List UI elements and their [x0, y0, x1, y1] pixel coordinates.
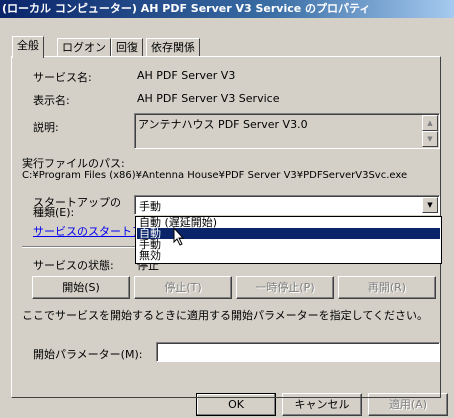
title-bar: (ローカル コンピューター) AH PDF Server V3 Service … [0, 0, 454, 18]
tab-logon[interactable]: ログオン [57, 38, 111, 57]
tab-recovery[interactable]: 回復 [111, 38, 143, 57]
mouse-cursor-icon [173, 227, 185, 246]
startup-type-dropdown[interactable]: 自動 (遅延開始) 自動 手動 無効 [135, 216, 442, 264]
tab-general[interactable]: 全般 [12, 36, 44, 58]
window-title: (ローカル コンピューター) AH PDF Server V3 Service … [2, 2, 371, 15]
startup-option[interactable]: 無効 [137, 250, 440, 261]
tab-dependencies[interactable]: 依存関係 [146, 38, 200, 57]
